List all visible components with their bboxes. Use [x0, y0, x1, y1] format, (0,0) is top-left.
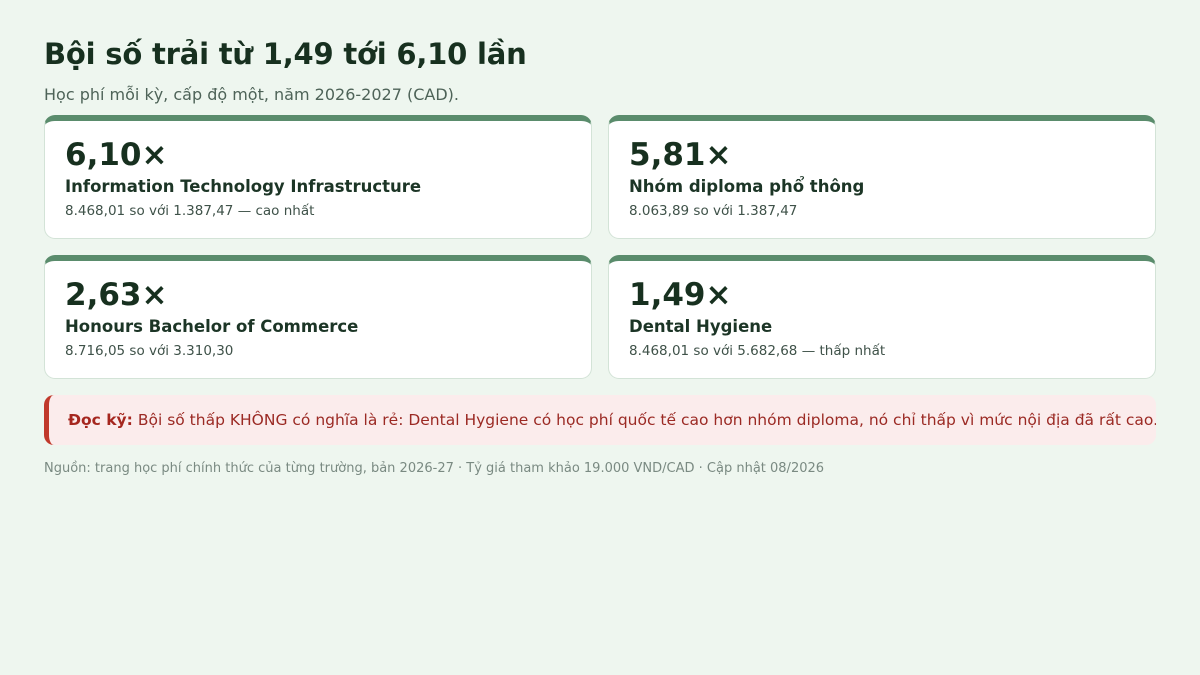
ratio-card: 5,81× Nhóm diploma phổ thông 8.063,89 so…	[608, 115, 1156, 239]
page-title: Bội số trải từ 1,49 tới 6,10 lần	[44, 37, 527, 71]
program-name: Nhóm diploma phổ thông	[629, 177, 865, 196]
fee-comparison: 8.063,89 so với 1.387,47	[629, 203, 798, 219]
page-subtitle: Học phí mỗi kỳ, cấp độ một, năm 2026-202…	[44, 85, 459, 104]
warning-label: Đọc kỹ:	[68, 411, 133, 429]
program-name: Information Technology Infrastructure	[65, 177, 422, 196]
ratio-card: 1,49× Dental Hygiene 8.468,01 so với 5.6…	[608, 255, 1156, 379]
ratio-card: 2,63× Honours Bachelor of Commerce 8.716…	[44, 255, 592, 379]
ratio-value: 2,63×	[65, 277, 168, 313]
ratio-card-grid: 6,10× Information Technology Infrastruct…	[44, 115, 1156, 379]
warning-callout: Đọc kỹ: Bội số thấp KHÔNG có nghĩa là rẻ…	[44, 395, 1156, 445]
fee-comparison: 8.468,01 so với 1.387,47 — cao nhất	[65, 203, 315, 219]
ratio-value: 1,49×	[629, 277, 732, 313]
ratio-value: 5,81×	[629, 137, 732, 173]
ratio-value: 6,10×	[65, 137, 168, 173]
page: Bội số trải từ 1,49 tới 6,10 lần Học phí…	[44, 36, 1156, 478]
program-name: Dental Hygiene	[629, 317, 773, 336]
ratio-card: 6,10× Information Technology Infrastruct…	[44, 115, 592, 239]
warning-text: Bội số thấp KHÔNG có nghĩa là rẻ: Dental…	[137, 411, 1156, 429]
program-name: Honours Bachelor of Commerce	[65, 317, 359, 336]
fee-comparison: 8.716,05 so với 3.310,30	[65, 343, 234, 359]
fee-comparison: 8.468,01 so với 5.682,68 — thấp nhất	[629, 343, 886, 359]
source-note: Nguồn: trang học phí chính thức của từng…	[44, 461, 825, 476]
